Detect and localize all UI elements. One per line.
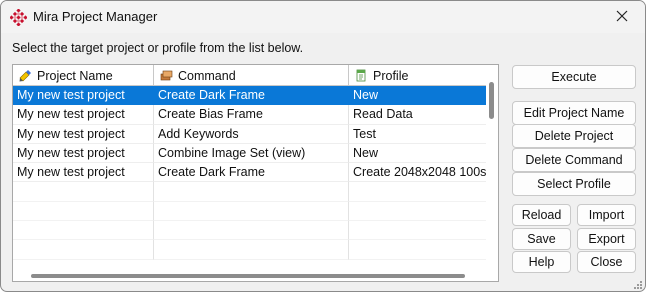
- column-header-command[interactable]: Command: [154, 65, 349, 86]
- cell-profile: Test: [349, 125, 486, 144]
- title-bar: Mira Project Manager: [1, 1, 645, 33]
- horizontal-scroll-thumb[interactable]: [31, 274, 465, 278]
- save-button[interactable]: Save: [512, 228, 571, 250]
- column-label-project-name: Project Name: [37, 68, 113, 83]
- horizontal-scrollbar[interactable]: [13, 270, 498, 281]
- empty-row: [13, 201, 486, 222]
- table-row[interactable]: My new test project Create Bias Frame Re…: [13, 105, 486, 125]
- command-icon: [160, 69, 173, 82]
- delete-project-button[interactable]: Delete Project: [512, 124, 636, 148]
- cell-profile: Read Data: [349, 105, 486, 125]
- window-title: Mira Project Manager: [33, 9, 158, 24]
- cell-command: Create Dark Frame: [154, 163, 349, 183]
- resize-grip-icon[interactable]: [633, 279, 643, 289]
- profile-icon: [355, 69, 368, 82]
- table-body: My new test project Create Dark Frame Ne…: [13, 86, 486, 260]
- reload-button[interactable]: Reload: [512, 204, 571, 226]
- import-button[interactable]: Import: [577, 204, 636, 226]
- cell-project-name: My new test project: [13, 105, 154, 125]
- cell-command: Create Bias Frame: [154, 105, 349, 125]
- cell-profile: New: [349, 144, 486, 164]
- close-button[interactable]: Close: [577, 251, 636, 273]
- table-row[interactable]: My new test project Create Dark Frame Cr…: [13, 163, 486, 183]
- table-row[interactable]: My new test project Add Keywords Test: [13, 124, 486, 144]
- cell-project-name: My new test project: [13, 124, 154, 144]
- execute-button[interactable]: Execute: [512, 65, 636, 89]
- empty-row: [13, 240, 486, 260]
- edit-project-name-button[interactable]: Edit Project Name: [512, 101, 636, 125]
- vertical-scroll-thumb[interactable]: [489, 82, 494, 119]
- column-label-profile: Profile: [373, 68, 409, 83]
- column-label-command: Command: [178, 68, 236, 83]
- empty-row: [13, 221, 486, 241]
- close-icon: [616, 10, 628, 25]
- cell-project-name: My new test project: [13, 143, 154, 164]
- empty-row: [13, 182, 486, 202]
- cell-profile: Create 2048x2048 100s: [349, 163, 486, 183]
- table-row[interactable]: My new test project Combine Image Set (v…: [13, 143, 486, 164]
- cell-profile: New: [349, 86, 486, 106]
- select-profile-button[interactable]: Select Profile: [512, 172, 636, 196]
- project-manager-window: Mira Project Manager Select the target p…: [0, 0, 646, 292]
- window-close-button[interactable]: [599, 1, 645, 33]
- vertical-scrollbar[interactable]: [486, 65, 498, 281]
- cell-project-name: My new test project: [13, 86, 154, 106]
- table-header: Project Name Command Profile: [13, 65, 498, 86]
- table-row[interactable]: My new test project Create Dark Frame Ne…: [13, 86, 486, 106]
- delete-command-button[interactable]: Delete Command: [512, 148, 636, 172]
- column-header-profile[interactable]: Profile: [349, 65, 485, 86]
- project-icon: [19, 69, 32, 82]
- cell-command: Add Keywords: [154, 124, 349, 144]
- cell-command: Create Dark Frame: [154, 86, 349, 106]
- cell-command: Combine Image Set (view): [154, 143, 349, 164]
- help-button[interactable]: Help: [512, 251, 571, 273]
- export-button[interactable]: Export: [577, 228, 636, 250]
- instruction-text: Select the target project or profile fro…: [12, 41, 304, 55]
- column-header-project-name[interactable]: Project Name: [13, 65, 154, 86]
- mira-logo-icon: [9, 8, 28, 27]
- project-table[interactable]: Project Name Command Profile My new test…: [12, 64, 499, 282]
- cell-project-name: My new test project: [13, 163, 154, 183]
